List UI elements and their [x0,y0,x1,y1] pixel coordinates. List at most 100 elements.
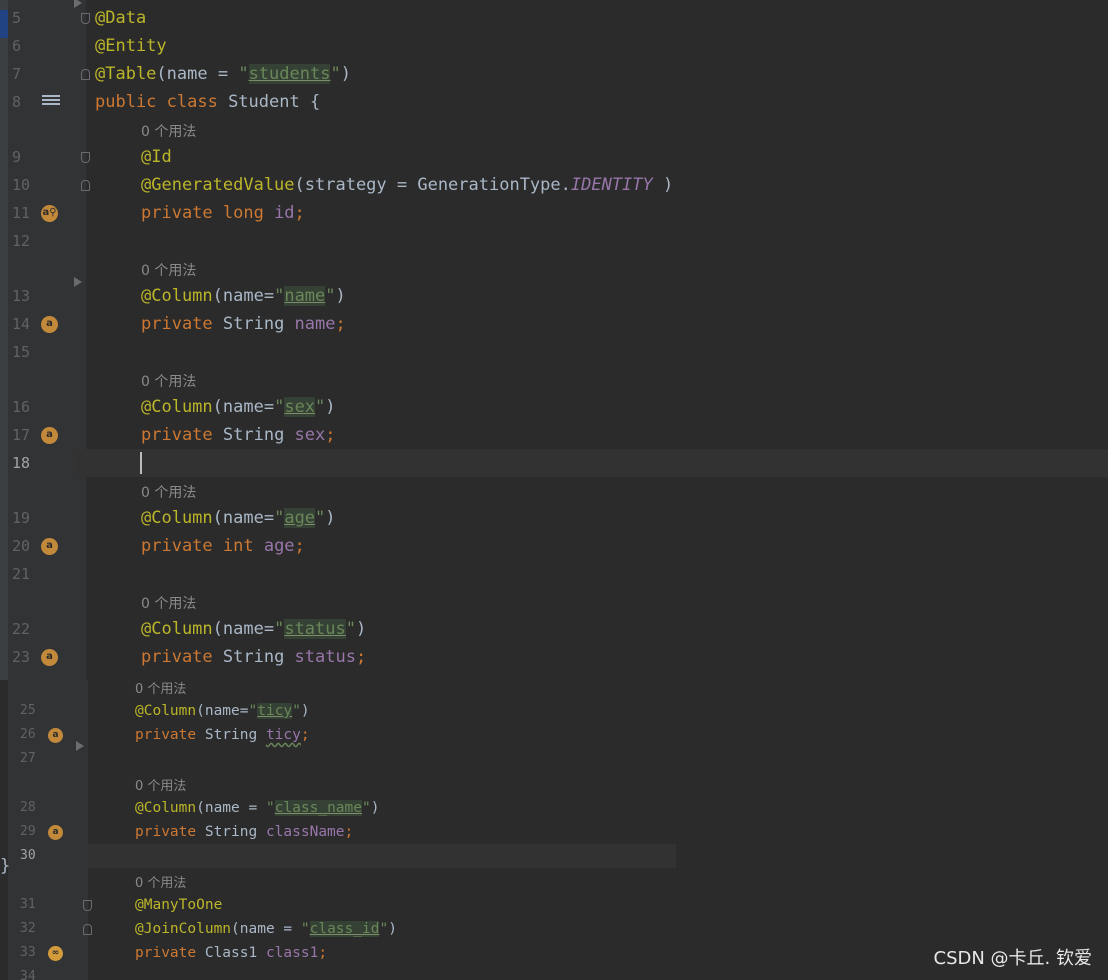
fold-marker-icon[interactable] [83,900,92,911]
code-line[interactable]: 6 @Entity [0,32,1108,60]
editor-pane-top[interactable]: 5 @Data 6 @Entity 7 @Table(name = "students")… [0,0,1108,680]
code-token: @ManyToOne [135,897,223,913]
annotation-field-icon[interactable]: a [48,825,63,840]
usage-hint[interactable]: 0 个用法 [141,593,196,613]
code-line[interactable]: 8 public class Student { [0,88,1108,116]
annotation-field-icon[interactable]: a [41,649,58,666]
code-text[interactable]: private String ticy; [135,723,310,747]
code-token: " [274,508,285,528]
annotation-field-icon[interactable]: a [41,538,58,555]
code-token: age [263,536,295,556]
code-line[interactable]: 9 @Id [0,143,1108,171]
fold-arrow-icon[interactable] [74,277,82,287]
code-line[interactable]: 29 private String className; a [0,820,1108,844]
code-text[interactable]: private String className; [135,820,353,844]
code-line[interactable]: 5 @Data [0,4,1108,32]
annotation-field-icon[interactable]: a [48,728,63,743]
code-line[interactable]: 16 @Column(name="sex") [0,393,1108,421]
code-line[interactable]: 19 @Column(name="age") [0,504,1108,532]
code-line[interactable]: 22 @Column(name="status") [0,615,1108,643]
fold-marker-icon[interactable] [83,924,92,935]
code-token: String [204,727,266,743]
code-text[interactable]: private long id; [141,199,305,227]
code-token: String [222,425,295,445]
line-number: 19 [12,509,31,527]
code-token: (name = [196,800,266,816]
fold-marker-icon[interactable] [81,180,90,191]
code-line[interactable]: 26 private String ticy; a [0,723,1108,747]
code-token: @Id [141,147,172,167]
code-text[interactable]: private String status; [141,643,366,671]
code-token: sex [294,425,326,445]
code-line[interactable]: 13 @Column(name="name") [0,282,1108,310]
fold-arrow-icon[interactable] [76,741,84,751]
editor-pane-bottom[interactable]: } 25 @Column(name="ticy") 26 private String… [0,680,1108,980]
code-text[interactable]: @Column(name="age") [141,504,336,532]
code-token: @Column [135,703,197,719]
code-line[interactable]: 30 [0,844,1108,868]
code-text[interactable]: @Id [141,143,172,171]
code-text[interactable]: @ManyToOne [135,893,222,917]
code-text[interactable]: @Table(name = "students") [95,60,351,88]
code-line[interactable]: 14 private String name; a [0,310,1108,338]
fold-arrow-icon[interactable] [74,0,82,8]
database-table-icon[interactable] [42,95,60,109]
fold-marker-icon[interactable] [81,13,90,24]
code-text[interactable]: public class Student { [95,88,320,116]
annotation-field-icon[interactable]: a [41,316,58,333]
code-line[interactable]: 23 private String status; a [0,643,1108,671]
code-token: ; [300,727,310,743]
code-line[interactable]: 15 [0,338,1108,366]
code-text[interactable]: @Column(name = "class_name") [135,796,379,820]
line-number: 25 [20,703,36,718]
code-line[interactable]: 18 [0,449,1108,477]
code-text[interactable]: @Column(name="status") [141,615,366,643]
usage-hint[interactable]: 0 个用法 [135,680,186,697]
code-line[interactable]: 25 @Column(name="ticy") [0,699,1108,723]
code-line[interactable]: 11 private long id; a⚲ [0,199,1108,227]
code-token: @Column [141,619,213,639]
usage-hint[interactable]: 0 个用法 [135,775,186,794]
code-line[interactable]: 31 @ManyToOne [0,893,1108,917]
line-number: 17 [12,426,31,444]
usage-hint[interactable]: 0 个用法 [141,121,196,141]
code-text[interactable]: private int age; [141,532,305,560]
relation-link-icon[interactable]: ∞ [48,946,63,961]
usage-hint[interactable]: 0 个用法 [141,260,196,280]
code-line[interactable]: 20 private int age; a [0,532,1108,560]
code-text[interactable]: @Column(name="sex") [141,393,336,421]
usage-hint[interactable]: 0 个用法 [141,482,196,502]
code-token: (strategy = GenerationType. [294,175,571,195]
fold-marker-icon[interactable] [81,152,90,163]
code-line[interactable]: 27 [0,747,1108,771]
fold-marker-icon[interactable] [81,69,90,80]
code-token: @Column [141,508,213,528]
code-text[interactable]: @Column(name="ticy") [135,699,310,723]
usage-hint[interactable]: 0 个用法 [141,371,196,391]
line-number: 14 [12,315,31,333]
annotation-field-icon[interactable]: a [41,427,58,444]
code-token: ) [652,175,674,195]
code-text[interactable]: @Column(name="name") [141,282,346,310]
code-line[interactable]: 32 @JoinColumn(name = "class_id") [0,917,1108,941]
code-text[interactable]: private Class1 class1; [135,941,327,965]
code-line[interactable]: 17 private String sex; a [0,421,1108,449]
code-line[interactable]: 28 @Column(name = "class_name") [0,796,1108,820]
code-line[interactable]: 12 [0,227,1108,255]
usage-hint[interactable]: 0 个用法 [135,872,186,891]
code-token: String [222,647,295,667]
code-text[interactable]: private String sex; [141,421,336,449]
code-text[interactable]: @Entity [95,32,167,60]
code-line[interactable]: 7 @Table(name = "students") [0,60,1108,88]
line-number: 34 [20,969,36,980]
code-token: ; [318,945,328,961]
id-field-icon[interactable]: a⚲ [41,205,58,222]
code-line[interactable]: 21 [0,560,1108,588]
code-text[interactable]: private String name; [141,310,346,338]
code-text[interactable]: @JoinColumn(name = "class_id") [135,917,397,941]
code-text[interactable]: @GeneratedValue(strategy = GenerationTyp… [141,171,673,199]
code-token: (name= [212,286,275,306]
code-text[interactable]: @Data [95,4,146,32]
code-token: " [274,619,285,639]
code-line[interactable]: 10 @GeneratedValue(strategy = GenerationT… [0,171,1108,199]
